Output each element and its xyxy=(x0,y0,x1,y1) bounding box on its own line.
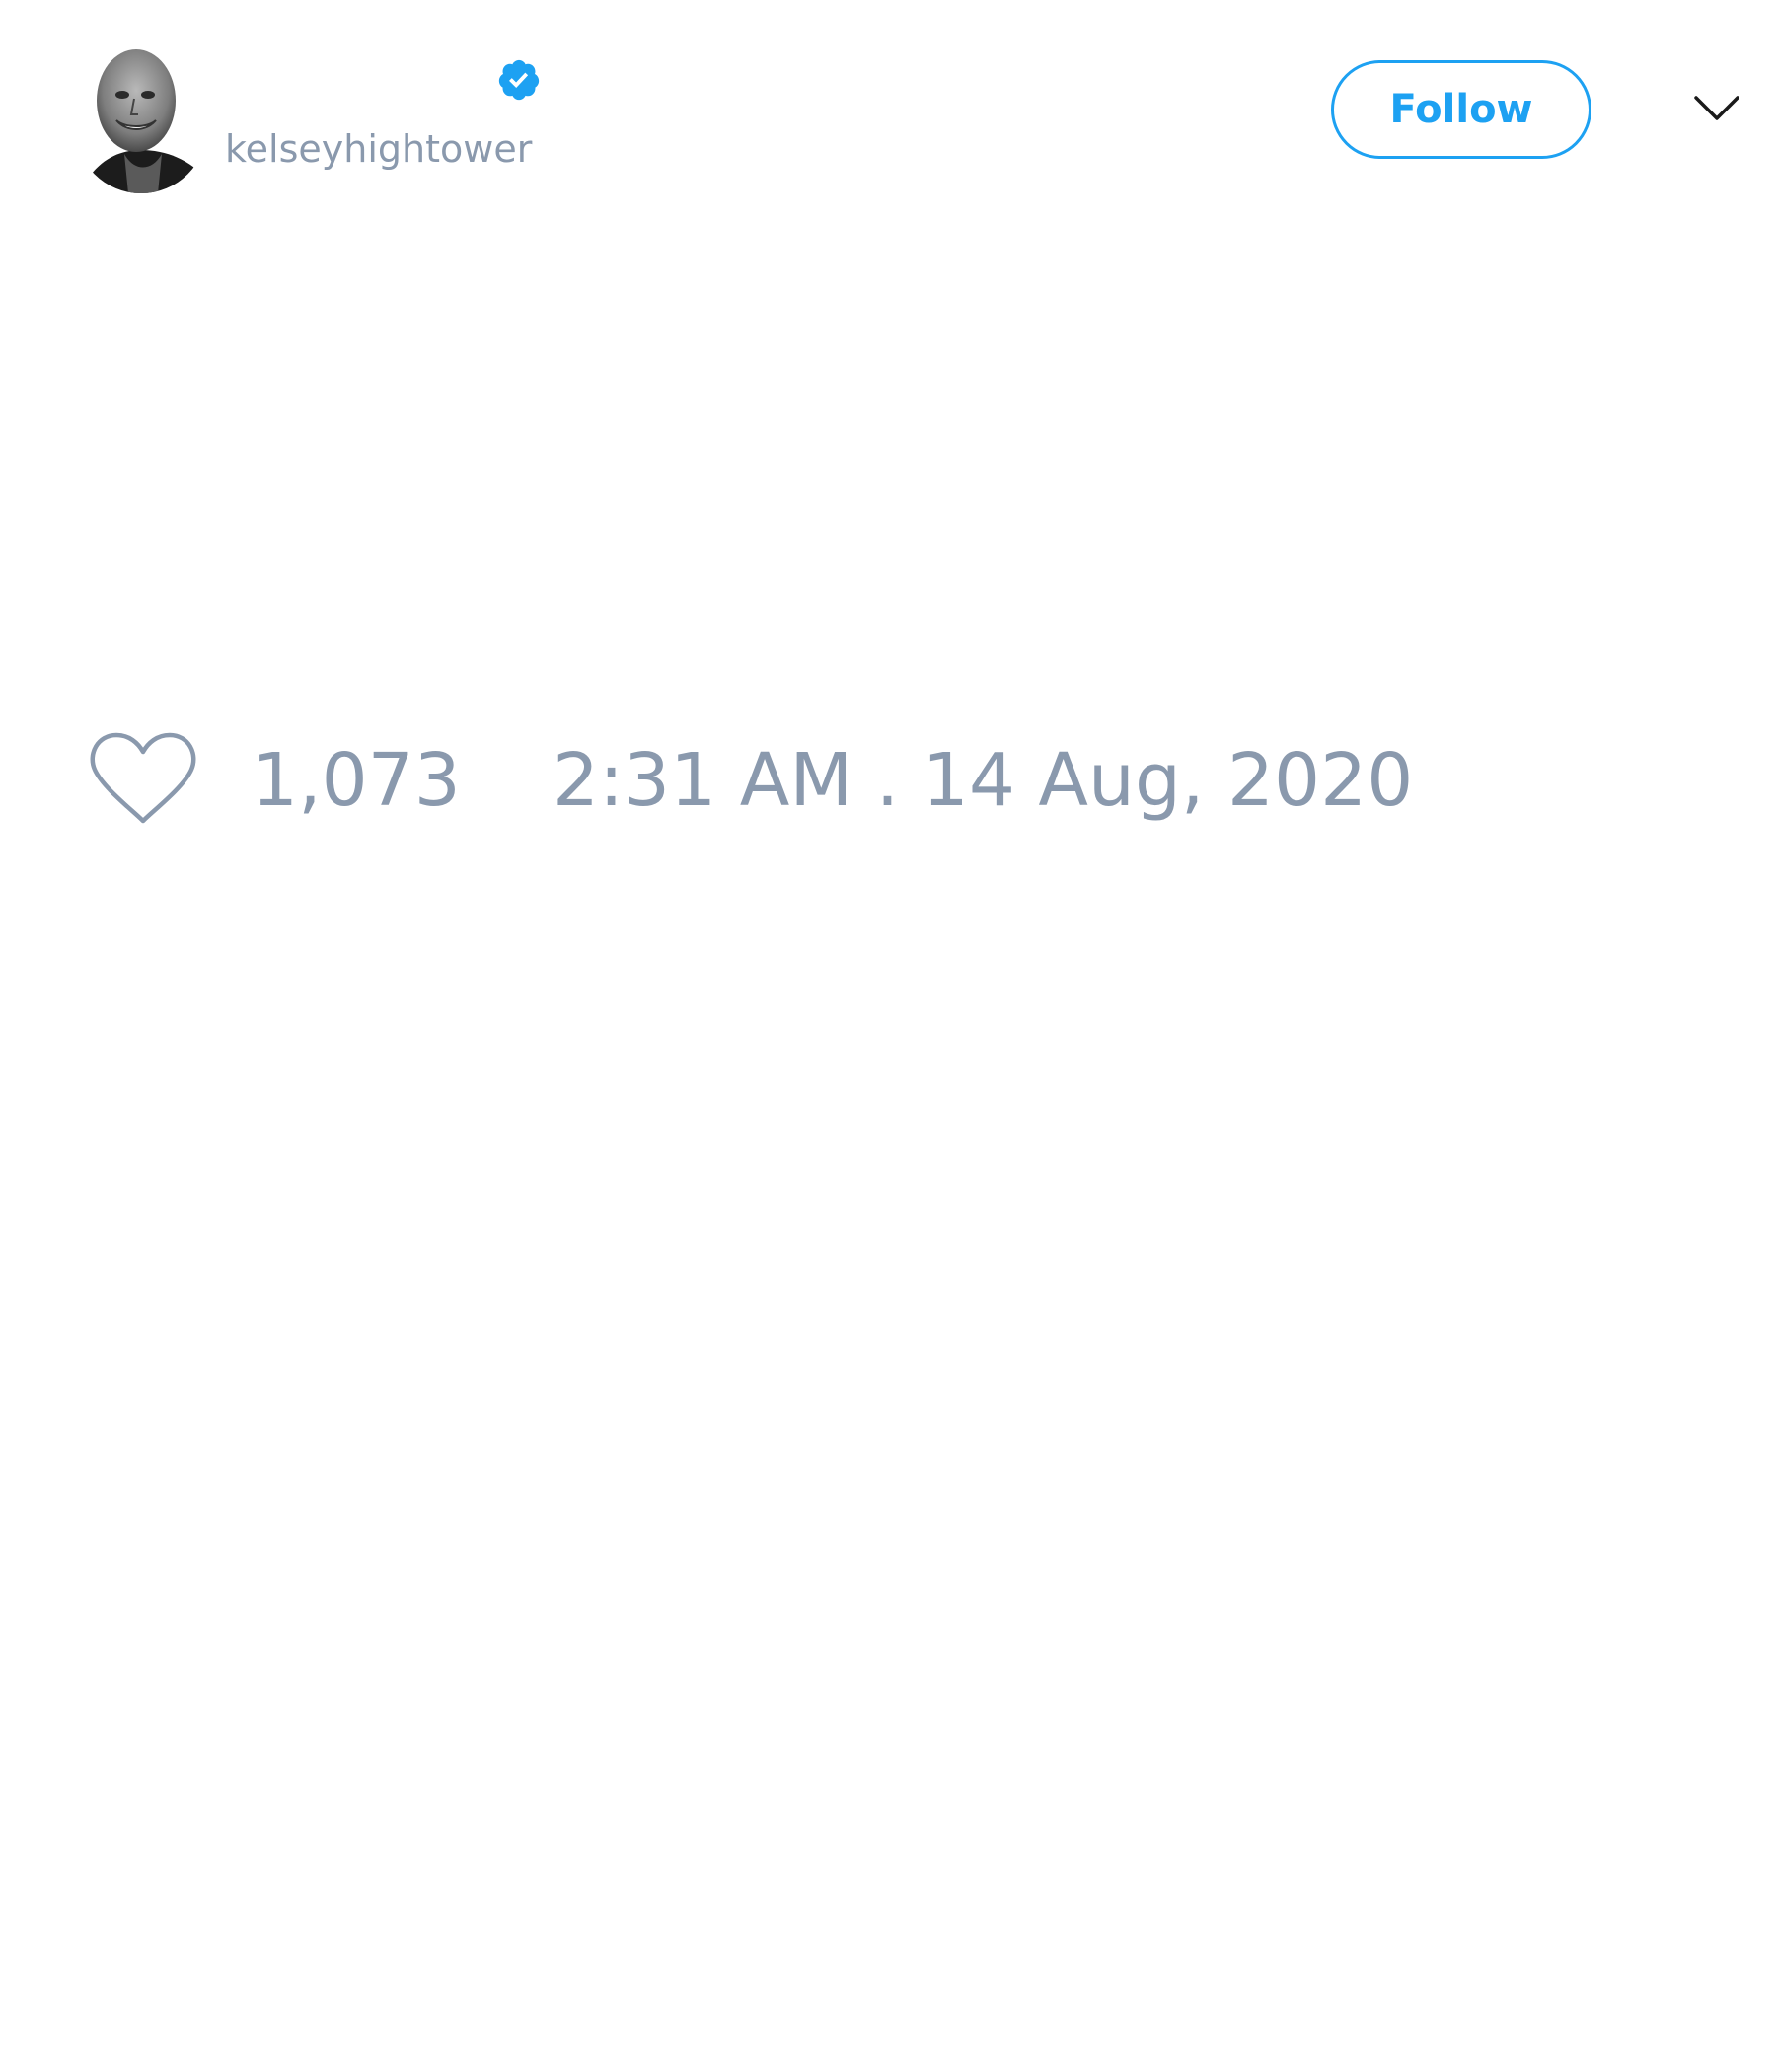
author-handle[interactable]: kelseyhightower xyxy=(225,124,532,174)
verified-badge-icon xyxy=(498,59,540,101)
heart-icon[interactable] xyxy=(89,730,197,829)
tweet-timestamp[interactable]: 2:31 AM . 14 Aug, 2020 xyxy=(553,738,1413,823)
tweet-card: kelseyhightower Follow 1,073 2:31 AM . 1… xyxy=(0,0,1776,2072)
chevron-down-icon[interactable] xyxy=(1693,91,1740,124)
avatar-photo xyxy=(75,49,207,193)
avatar[interactable] xyxy=(75,34,208,193)
follow-button[interactable]: Follow xyxy=(1331,60,1591,159)
like-count: 1,073 xyxy=(252,738,461,823)
